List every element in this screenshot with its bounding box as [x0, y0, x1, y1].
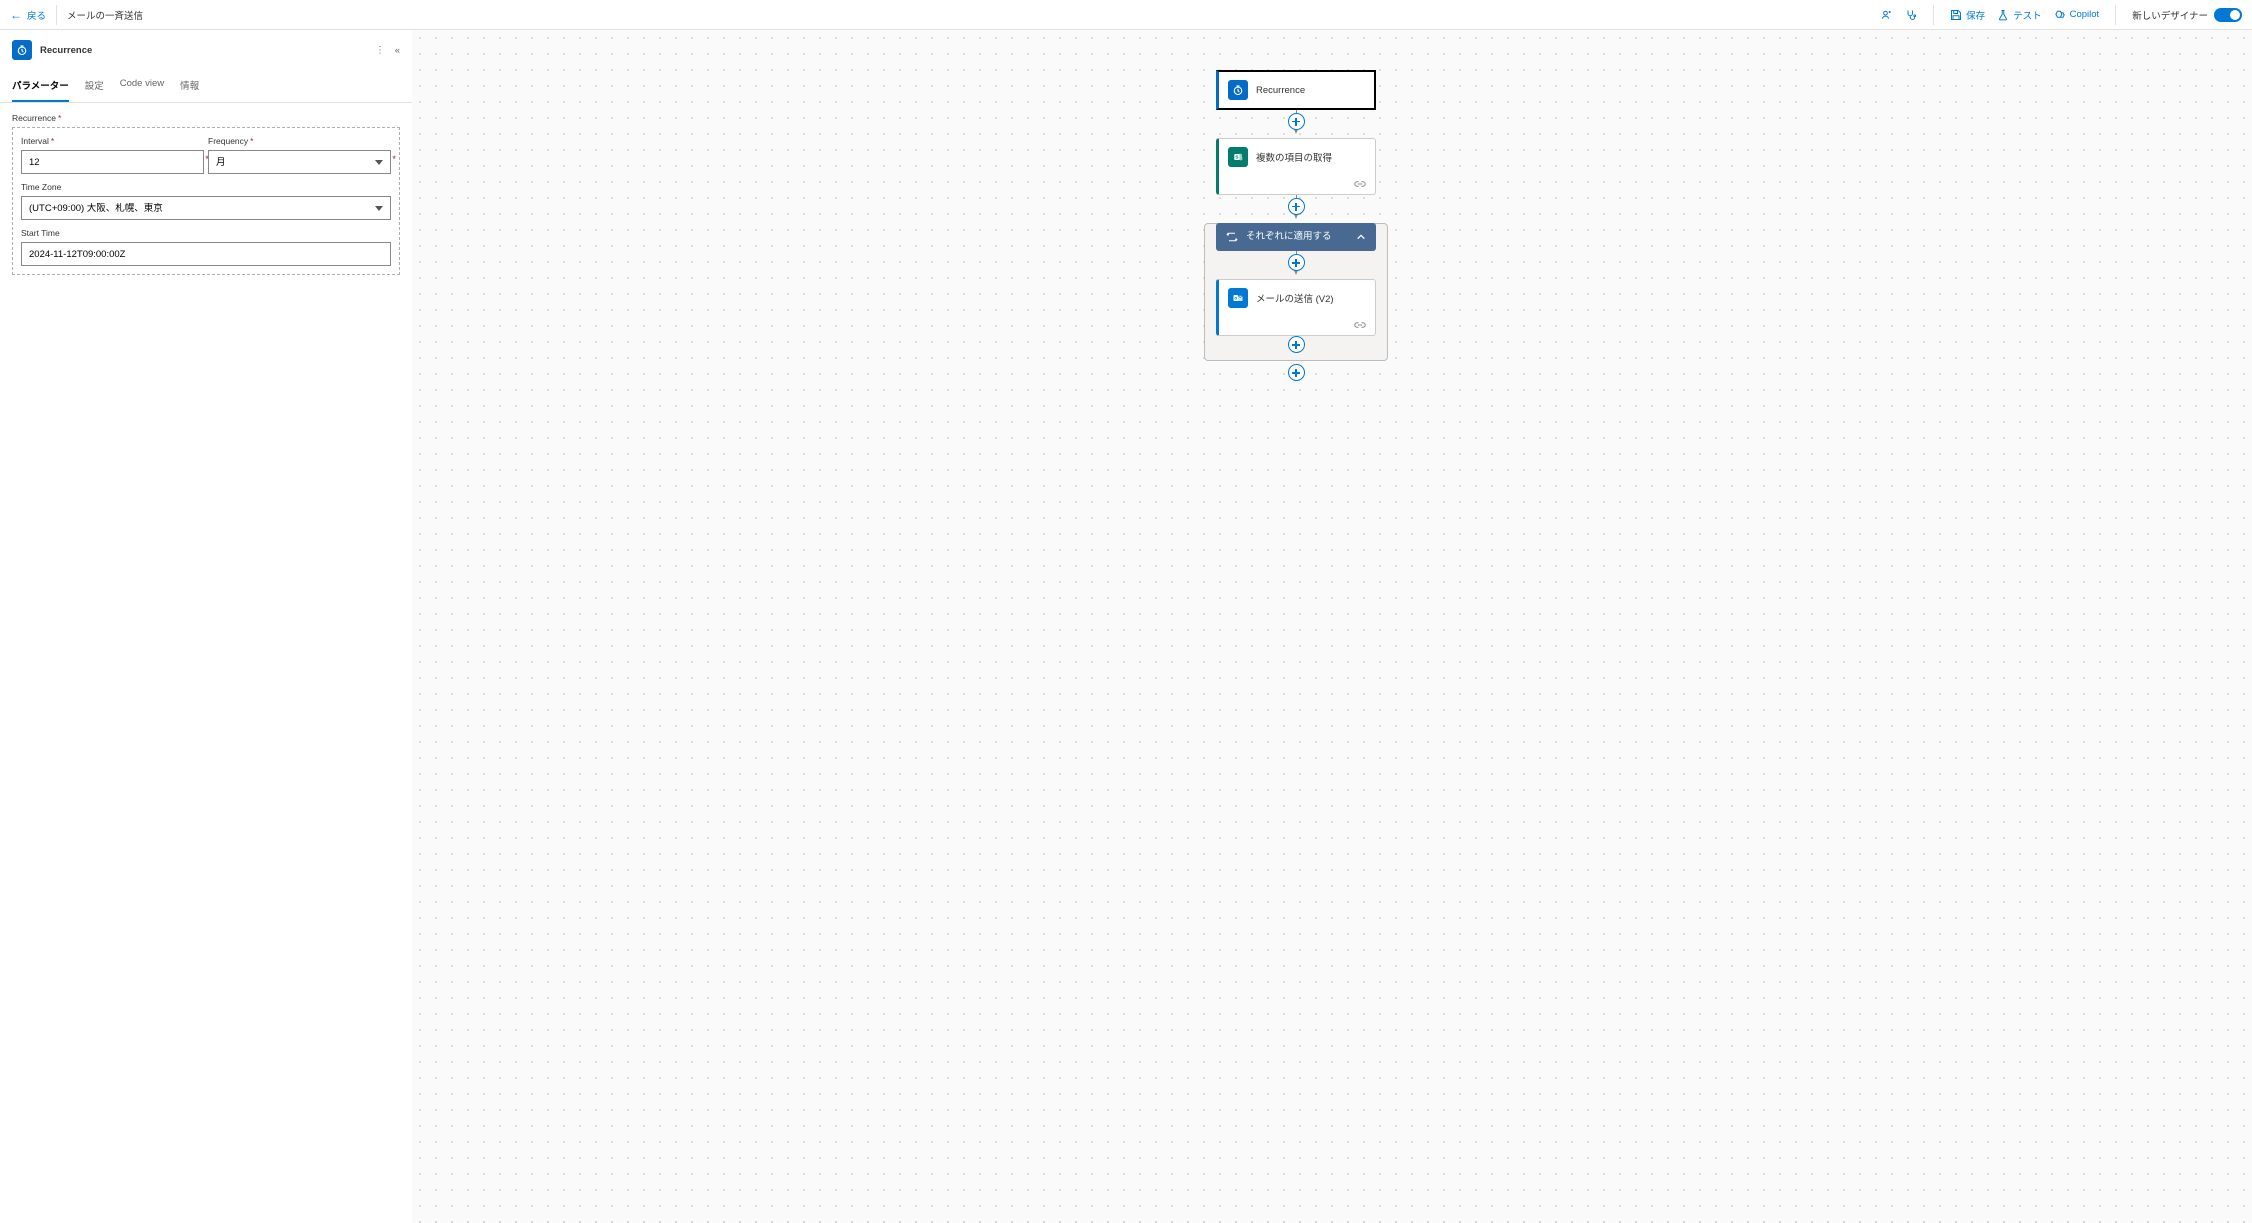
- timezone-select[interactable]: (UTC+09:00) 大阪、札幌、東京: [21, 196, 391, 220]
- add-step-button[interactable]: [1288, 113, 1305, 130]
- interval-input[interactable]: [21, 150, 204, 174]
- frequency-select[interactable]: 月: [208, 150, 391, 174]
- node-apply-to-each[interactable]: それぞれに適用する o メールの送信 (V2): [1204, 223, 1388, 361]
- sharepoint-icon: S: [1228, 147, 1248, 167]
- timezone-label: Time Zone: [21, 182, 391, 192]
- back-button[interactable]: ← 戻る: [10, 8, 46, 22]
- tab-parameters[interactable]: パラメーター: [12, 70, 69, 102]
- recurrence-icon: [12, 40, 32, 60]
- node-title: それぞれに適用する: [1246, 231, 1348, 243]
- feedback-icon[interactable]: [1881, 9, 1893, 21]
- flask-icon: [1997, 9, 2009, 21]
- starttime-label: Start Time: [21, 228, 391, 238]
- interval-label: Interval*: [21, 136, 204, 146]
- add-step-button[interactable]: [1288, 364, 1305, 381]
- section-label: Recurrence*: [12, 113, 400, 123]
- divider: [2115, 5, 2116, 25]
- panel-tabs: パラメーター 設定 Code view 情報: [0, 70, 412, 103]
- divider: [1933, 5, 1934, 25]
- node-title: 複数の項目の取得: [1256, 150, 1332, 164]
- panel-title: Recurrence: [40, 45, 92, 56]
- copilot-icon: [2054, 9, 2066, 21]
- loop-icon: [1226, 231, 1238, 243]
- link-icon: [1354, 179, 1366, 189]
- arrow-left-icon: ←: [10, 8, 22, 22]
- divider: [56, 5, 57, 25]
- top-toolbar: ← 戻る メールの一斉送信 保存 テスト Copilot 新しいデザイナー: [0, 0, 2252, 30]
- frequency-label: Frequency*: [208, 136, 391, 146]
- starttime-input[interactable]: [21, 242, 391, 266]
- collapse-panel-icon[interactable]: «: [395, 45, 400, 56]
- panel-header: Recurrence ⋮ «: [0, 30, 412, 70]
- more-icon[interactable]: ⋮: [375, 45, 385, 56]
- new-designer-label: 新しいデザイナー: [2132, 8, 2208, 22]
- outlook-icon: o: [1228, 288, 1248, 308]
- flow-title: メールの一斉送信: [67, 8, 143, 22]
- add-step-button[interactable]: [1288, 336, 1305, 353]
- stethoscope-icon[interactable]: [1905, 9, 1917, 21]
- connector: [1296, 251, 1297, 279]
- tab-settings[interactable]: 設定: [85, 70, 104, 102]
- add-step-button[interactable]: [1288, 254, 1305, 271]
- copilot-button[interactable]: Copilot: [2054, 9, 2100, 21]
- node-get-items[interactable]: S 複数の項目の取得: [1216, 138, 1376, 195]
- add-step-button[interactable]: [1288, 198, 1305, 215]
- save-label: 保存: [1966, 8, 1985, 22]
- chevron-up-icon[interactable]: [1356, 232, 1366, 242]
- svg-text:S: S: [1235, 155, 1238, 160]
- new-designer-toggle[interactable]: [2214, 8, 2242, 22]
- node-title: メールの送信 (V2): [1256, 291, 1334, 305]
- save-button[interactable]: 保存: [1950, 8, 1985, 22]
- test-label: テスト: [2013, 8, 2042, 22]
- connector: [1296, 110, 1297, 138]
- tab-code-view[interactable]: Code view: [120, 70, 164, 102]
- recurrence-group: Interval* * Frequency* 月: [12, 127, 400, 275]
- flow-canvas[interactable]: Recurrence S 複数の項目の取得: [412, 30, 2252, 1223]
- recurrence-icon: [1228, 80, 1248, 100]
- copilot-label: Copilot: [2070, 9, 2100, 20]
- back-label: 戻る: [27, 8, 46, 22]
- tab-info[interactable]: 情報: [180, 70, 199, 102]
- save-icon: [1950, 9, 1962, 21]
- connector: [1296, 195, 1297, 223]
- properties-panel: Recurrence ⋮ « パラメーター 設定 Code view 情報 Re…: [0, 30, 412, 1223]
- test-button[interactable]: テスト: [1997, 8, 2042, 22]
- svg-text:o: o: [1234, 296, 1237, 301]
- node-send-mail[interactable]: o メールの送信 (V2): [1216, 279, 1376, 336]
- link-icon: [1354, 320, 1366, 330]
- node-recurrence[interactable]: Recurrence: [1216, 70, 1376, 110]
- node-title: Recurrence: [1256, 85, 1305, 96]
